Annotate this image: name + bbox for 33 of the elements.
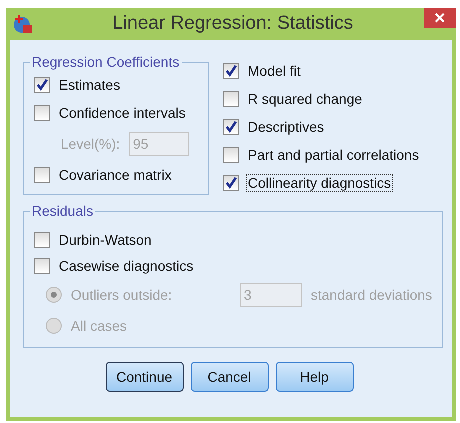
- checkbox[interactable]: [34, 167, 50, 183]
- group-title: Residuals: [31, 203, 94, 219]
- field-label: Level(%):: [60, 135, 122, 153]
- checkbox[interactable]: [34, 232, 50, 248]
- checkbox-label: Descriptives: [247, 118, 326, 136]
- checkbox-label: Estimates: [58, 76, 122, 94]
- checkbox-label: Casewise diagnostics: [58, 257, 195, 275]
- dialog-button[interactable]: Continue: [106, 362, 184, 392]
- unit-label: standard deviations: [310, 286, 434, 304]
- radio-label: All cases: [70, 316, 128, 334]
- checkbox[interactable]: [223, 175, 239, 191]
- checkbox[interactable]: [34, 105, 50, 121]
- group-title: Regression Coefficients: [31, 54, 181, 70]
- window-title: Linear Regression: Statistics: [112, 13, 354, 35]
- checkbox-label: Confidence intervals: [58, 104, 187, 122]
- checkbox-label: Model fit: [247, 62, 302, 80]
- close-button[interactable]: [424, 8, 456, 28]
- checkbox[interactable]: [223, 119, 239, 135]
- dialog-button[interactable]: Help: [276, 362, 354, 392]
- radio-label: Outliers outside:: [70, 286, 174, 304]
- checkbox[interactable]: [223, 147, 239, 163]
- checkbox-label: Collinearity diagnostics: [246, 174, 394, 192]
- checkbox[interactable]: [223, 63, 239, 79]
- checkbox-label: Part and partial correlations: [247, 146, 420, 164]
- checkbox[interactable]: [34, 258, 50, 274]
- checkbox-label: R squared change: [247, 90, 364, 108]
- checkbox[interactable]: [34, 77, 50, 93]
- dialog-button[interactable]: Cancel: [190, 362, 268, 392]
- checkbox[interactable]: [223, 91, 239, 107]
- checkbox-label: Covariance matrix: [58, 166, 173, 184]
- checkbox-label: Durbin-Watson: [58, 231, 153, 249]
- app-icon: [12, 13, 34, 35]
- close-icon: [435, 13, 445, 23]
